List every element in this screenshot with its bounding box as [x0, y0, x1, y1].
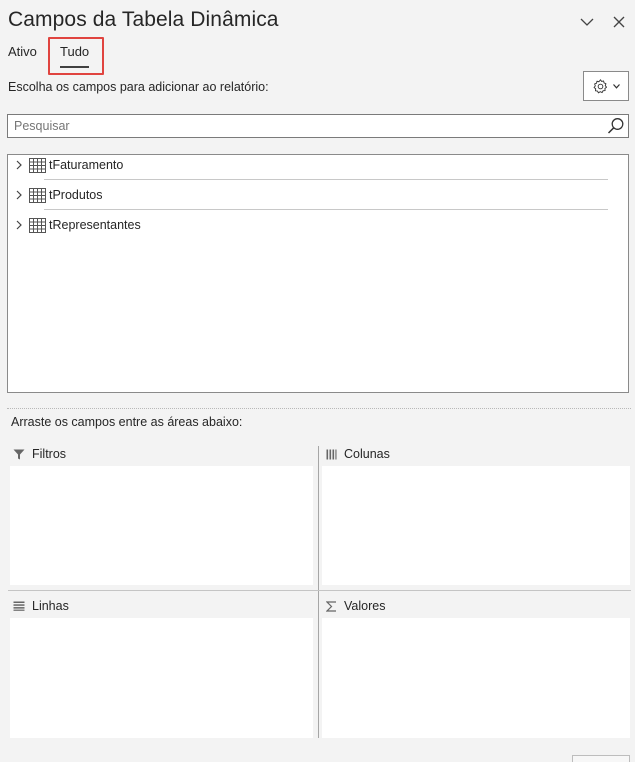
field-item-tfaturamento[interactable]: tFaturamento [8, 152, 618, 178]
chevron-down-icon [580, 18, 594, 26]
panel-title: Campos da Tabela Dinâmica [8, 8, 279, 31]
chevron-right-icon[interactable] [10, 220, 28, 230]
rows-area-label: Linhas [32, 599, 69, 613]
columns-area-header: Colunas [326, 447, 390, 461]
drag-instruction: Arraste os campos entre as áreas abaixo: [11, 415, 243, 429]
rows-icon [13, 601, 25, 611]
fields-instruction: Escolha os campos para adicionar ao rela… [8, 80, 269, 94]
search-box [7, 114, 629, 138]
table-icon [29, 187, 46, 203]
field-divider [44, 209, 608, 210]
rows-area-header: Linhas [13, 599, 69, 613]
filters-drop-area[interactable] [10, 466, 313, 585]
rows-drop-area[interactable] [10, 618, 313, 738]
filters-area-header: Filtros [13, 447, 66, 461]
field-label: tFaturamento [49, 158, 124, 172]
highlight-box [48, 37, 104, 75]
dropdown-arrow-icon [613, 83, 620, 89]
task-pane-options-button[interactable] [575, 10, 599, 34]
table-icon [29, 157, 46, 173]
settings-button[interactable] [583, 71, 629, 101]
tab-ativo[interactable]: Ativo [8, 44, 37, 59]
values-drop-area[interactable] [322, 618, 630, 738]
chevron-right-icon[interactable] [10, 190, 28, 200]
values-area-label: Valores [344, 599, 386, 613]
field-item-tprodutos[interactable]: tProdutos [8, 182, 618, 208]
field-item-trepresentantes[interactable]: tRepresentantes [8, 212, 618, 238]
section-divider [7, 408, 631, 409]
filter-icon [13, 449, 25, 459]
close-icon [613, 16, 625, 28]
table-icon [29, 217, 46, 233]
gear-icon [593, 78, 607, 93]
field-label: tRepresentantes [49, 218, 141, 232]
field-list: tFaturamento tProdutos tRepresentantes [7, 154, 629, 393]
columns-icon [326, 449, 337, 459]
search-icon[interactable] [607, 117, 625, 135]
values-area-header: Valores [326, 599, 385, 613]
filters-area-label: Filtros [32, 447, 67, 461]
search-input[interactable] [8, 115, 598, 137]
chevron-right-icon[interactable] [10, 160, 28, 170]
columns-drop-area[interactable] [322, 466, 630, 585]
columns-area-label: Colunas [344, 447, 390, 461]
field-divider [44, 179, 608, 180]
sigma-icon [326, 600, 336, 612]
areas-horizontal-divider [8, 590, 631, 591]
areas-vertical-divider [318, 446, 319, 738]
field-label: tProdutos [49, 188, 103, 202]
close-button[interactable] [607, 10, 631, 34]
update-button[interactable] [572, 755, 630, 762]
